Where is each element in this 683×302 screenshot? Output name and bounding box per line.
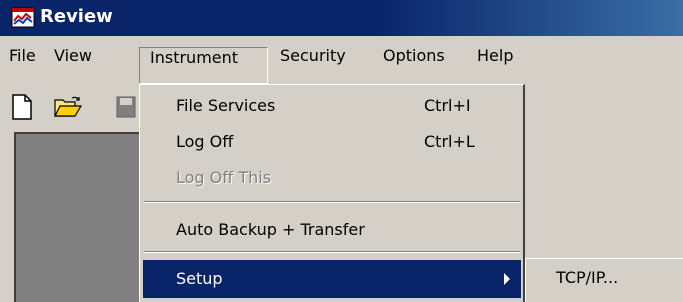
menu-item-log-off[interactable]: Log Off Ctrl+L: [140, 123, 523, 161]
menu-item-shortcut: Ctrl+L: [424, 132, 475, 151]
menu-view[interactable]: View: [54, 46, 92, 65]
menu-item-label: Auto Backup + Transfer: [176, 220, 365, 239]
menu-item-label: File Services: [176, 96, 276, 115]
new-document-icon[interactable]: [12, 94, 32, 120]
menu-item-label: Log Off This: [176, 168, 272, 187]
window-title: Review: [40, 6, 113, 27]
menu-separator: [144, 201, 520, 203]
client-right-area: [525, 128, 683, 258]
title-bar: Review: [0, 0, 683, 36]
menu-help[interactable]: Help: [477, 46, 513, 65]
menu-item-file-services[interactable]: File Services Ctrl+I: [140, 87, 523, 125]
menu-instrument[interactable]: Instrument: [150, 48, 238, 67]
submenu-arrow-icon: [504, 273, 510, 285]
app-chart-icon[interactable]: [11, 6, 36, 30]
menu-options[interactable]: Options: [383, 46, 445, 65]
menu-security[interactable]: Security: [280, 46, 346, 65]
instrument-dropdown: File Services Ctrl+I Log Off Ctrl+L Log …: [139, 84, 525, 302]
setup-submenu: TCP/IP...: [525, 258, 683, 302]
menu-item-tcp-ip[interactable]: TCP/IP...: [556, 268, 618, 287]
save-disk-icon[interactable]: [116, 96, 136, 118]
menu-item-label: Log Off: [176, 132, 234, 151]
menu-item-auto-backup-transfer[interactable]: Auto Backup + Transfer: [140, 211, 523, 249]
menu-separator: [144, 251, 520, 253]
menu-file[interactable]: File: [9, 46, 36, 65]
menu-item-log-off-this: Log Off This: [140, 159, 523, 197]
menu-item-setup[interactable]: Setup: [143, 260, 521, 298]
menu-item-shortcut: Ctrl+I: [424, 96, 471, 115]
menu-item-label: Setup: [176, 269, 223, 288]
open-folder-icon[interactable]: [54, 96, 82, 118]
